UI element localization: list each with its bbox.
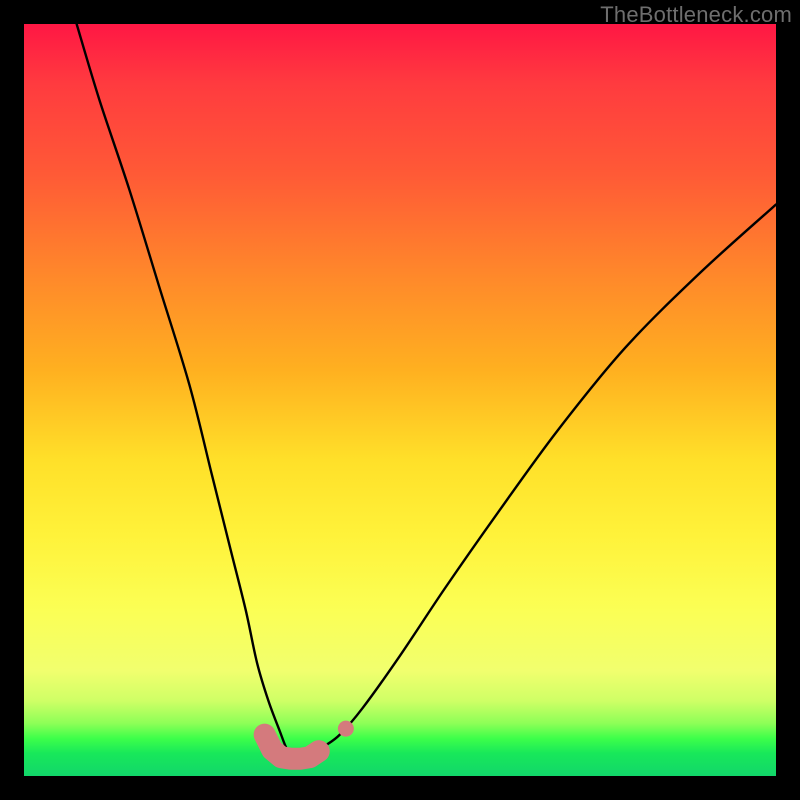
curve-layer: [24, 24, 776, 776]
min-marker-cluster: [254, 724, 330, 770]
min-marker-detached: [338, 721, 354, 737]
bottleneck-curve: [77, 24, 776, 758]
outer-frame: TheBottleneck.com: [0, 0, 800, 800]
plot-area: [24, 24, 776, 776]
watermark-text: TheBottleneck.com: [600, 2, 792, 28]
